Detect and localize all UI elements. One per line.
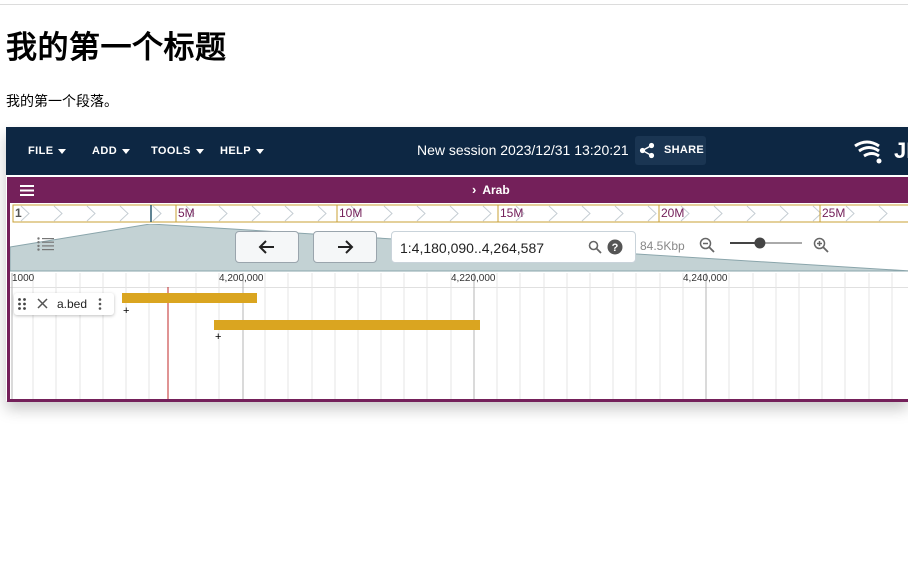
share-button-label: SHARE — [664, 144, 705, 156]
chevron-down-icon — [58, 148, 67, 154]
assembly-name: Arab — [482, 183, 510, 197]
overview-chromosome-label: 1 — [15, 206, 22, 220]
zoom-slider[interactable] — [730, 236, 802, 250]
zoom-slider-thumb[interactable] — [754, 237, 766, 249]
session-title[interactable]: New session 2023/12/31 13:20:21 — [417, 140, 629, 160]
feature-bar[interactable] — [214, 320, 480, 330]
track-area: + + a.bed — [10, 289, 908, 396]
search-icon[interactable] — [588, 240, 602, 254]
overview-tick-label: 25M — [822, 206, 846, 220]
zoom-in-icon[interactable] — [813, 237, 829, 253]
pan-right-button[interactable] — [313, 231, 377, 263]
ruler-tick-label: 4,240,000 — [683, 273, 728, 284]
linear-genome-view: › Arab 1 5M 10M 15M 20M 25M 1:4,180,090.… — [7, 177, 908, 402]
ruler: 1000 4,200,000 4,220,000 4,240,000 — [10, 273, 908, 287]
feature-strand: + — [215, 331, 222, 343]
chevron-down-icon — [255, 148, 264, 154]
menu-file[interactable]: FILE — [28, 141, 67, 161]
chevron-right-icon: › — [472, 182, 477, 197]
location-input[interactable] — [398, 237, 582, 259]
overview-tick-label: 10M — [339, 206, 363, 220]
app-bar: FILE ADD TOOLS HELP New session 2023/12/… — [6, 127, 908, 175]
menu-file-label: FILE — [28, 145, 54, 157]
ruler-tick-label: 1000 — [12, 273, 35, 284]
menu-add[interactable]: ADD — [92, 141, 131, 161]
track-name: a.bed — [57, 297, 88, 311]
chevron-down-icon — [195, 148, 204, 154]
zoom-out-icon[interactable] — [699, 237, 715, 253]
drag-handle-icon[interactable] — [18, 298, 26, 310]
view-title[interactable]: › Arab — [472, 182, 510, 197]
overview-chevrons — [12, 204, 908, 223]
overview-tick-label: 5M — [178, 206, 195, 220]
track-label: a.bed — [14, 293, 114, 315]
menu-help[interactable]: HELP — [220, 141, 264, 161]
feature-strand: + — [123, 305, 130, 317]
svg-text:?: ? — [612, 242, 619, 254]
feature-bar[interactable] — [122, 293, 257, 303]
track-selector-icon[interactable] — [37, 237, 55, 251]
bp-count: 84.5Kbp — [640, 239, 685, 253]
jbrowse-logo-icon — [854, 140, 882, 164]
menu-help-label: HELP — [220, 145, 251, 157]
more-vertical-icon[interactable] — [98, 298, 102, 310]
hamburger-menu-icon[interactable] — [20, 185, 34, 196]
menu-tools-label: TOOLS — [151, 145, 191, 157]
menu-add-label: ADD — [92, 145, 118, 157]
top-divider — [0, 4, 908, 5]
view-header: › Arab — [10, 177, 908, 203]
location-search-box[interactable]: ? — [391, 231, 636, 263]
share-icon — [639, 142, 655, 159]
overview-tick-label: 20M — [661, 206, 685, 220]
close-icon[interactable] — [37, 298, 48, 309]
menu-tools[interactable]: TOOLS — [151, 141, 204, 161]
ruler-tick-label: 4,200,000 — [219, 273, 264, 284]
chevron-down-icon — [122, 148, 131, 154]
overview-scalebar[interactable]: 1 5M 10M 15M 20M 25M — [10, 204, 908, 224]
pan-left-button[interactable] — [235, 231, 299, 263]
arrow-right-icon — [338, 240, 354, 254]
share-button[interactable]: SHARE — [635, 136, 706, 165]
arrow-left-icon — [258, 240, 274, 254]
overview-tick-label: 15M — [500, 206, 524, 220]
logo-text: JB — [894, 138, 908, 163]
ruler-tick-label: 4,220,000 — [451, 273, 496, 284]
jbrowse-app: FILE ADD TOOLS HELP New session 2023/12/… — [6, 127, 908, 402]
page-heading: 我的第一个标题 — [6, 30, 227, 66]
help-icon[interactable]: ? — [607, 239, 623, 255]
page-paragraph: 我的第一个段落。 — [6, 94, 118, 110]
